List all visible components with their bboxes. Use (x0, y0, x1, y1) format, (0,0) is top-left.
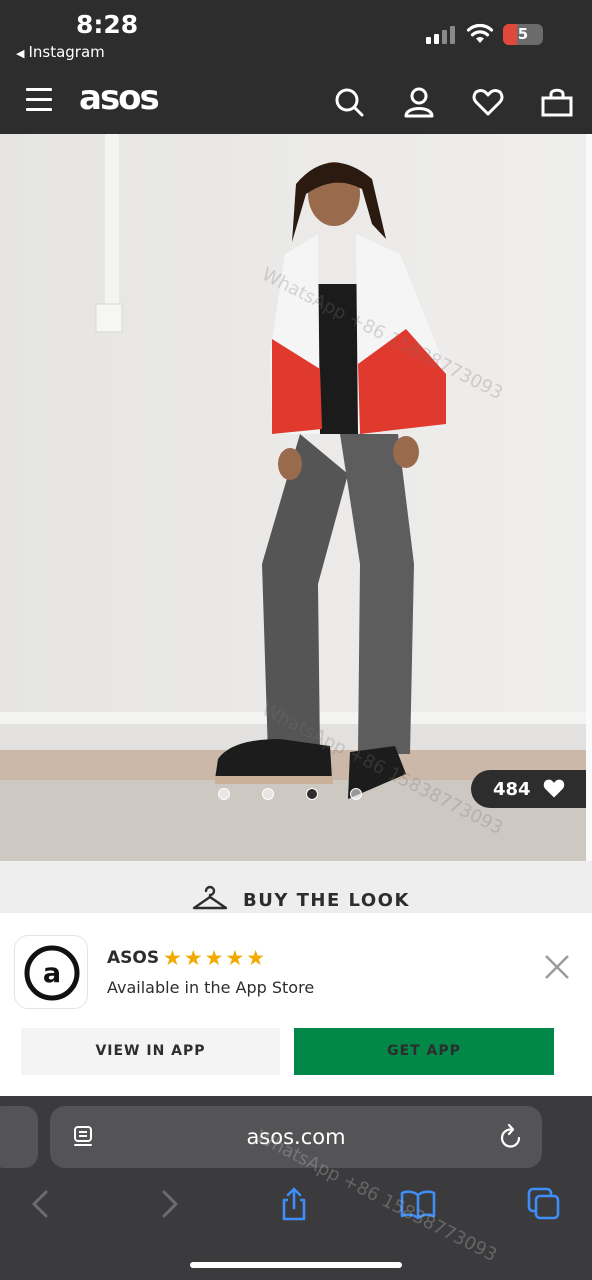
rating-stars: ★★★★★ (163, 946, 268, 970)
back-app-label: Instagram (28, 43, 105, 61)
get-app-button[interactable]: GET APP (294, 1028, 554, 1075)
battery-level: 5 (517, 25, 529, 43)
asos-a-logo-icon: a (24, 945, 80, 1001)
battery-indicator: 5 (503, 24, 543, 45)
bag-icon[interactable] (541, 86, 573, 118)
status-bar: 8:28 ◀ Instagram 5 (0, 0, 592, 70)
share-icon[interactable] (276, 1186, 312, 1222)
carousel-dot[interactable] (262, 788, 274, 800)
back-icon[interactable] (24, 1186, 60, 1222)
product-image[interactable]: WhatsApp +86 15838773093 WhatsApp +86 15… (0, 134, 586, 861)
reload-icon[interactable] (498, 1123, 524, 1151)
svg-text:a: a (43, 958, 61, 989)
asos-logo[interactable]: asos (79, 78, 160, 118)
tabs-icon[interactable] (526, 1186, 562, 1222)
address-bar[interactable]: asos.com (50, 1106, 542, 1168)
home-indicator[interactable] (190, 1262, 402, 1268)
account-icon[interactable] (403, 86, 435, 118)
carousel-dot-active[interactable] (306, 788, 318, 800)
buy-the-look-button[interactable]: BUY THE LOOK (0, 861, 592, 913)
status-time: 8:28 (76, 10, 139, 39)
browser-toolbar: asos.com WhatsApp +86 15838773093 (0, 1096, 592, 1280)
view-in-app-button[interactable]: VIEW IN APP (21, 1028, 280, 1075)
wifi-icon (466, 23, 494, 43)
model-photo (0, 134, 586, 861)
like-button[interactable]: 484 (471, 770, 586, 808)
bookmarks-icon[interactable] (400, 1186, 436, 1222)
close-icon[interactable] (541, 951, 573, 983)
app-availability: Available in the App Store (107, 978, 315, 997)
hanger-icon (192, 885, 228, 910)
like-count: 484 (493, 779, 531, 800)
buy-the-look-label: BUY THE LOOK (243, 890, 410, 911)
site-header: asos (0, 70, 592, 134)
app-store-banner: a ASOS ★★★★★ Available in the App Store … (0, 913, 592, 1096)
back-triangle-icon: ◀ (16, 47, 25, 60)
filled-heart-icon (543, 779, 565, 798)
previous-tab[interactable] (0, 1106, 38, 1168)
heart-icon[interactable] (472, 86, 504, 118)
carousel-dot[interactable] (350, 788, 362, 800)
hero-edge (586, 134, 592, 861)
back-to-app-link[interactable]: ◀ Instagram (16, 43, 105, 61)
menu-icon[interactable] (26, 88, 54, 112)
carousel-dot[interactable] (218, 788, 230, 800)
url-text: asos.com (246, 1125, 346, 1149)
app-name: ASOS (107, 948, 160, 968)
asos-app-icon[interactable]: a (14, 935, 88, 1009)
search-icon[interactable] (333, 86, 365, 118)
forward-icon[interactable] (150, 1186, 186, 1222)
cellular-signal-icon (426, 26, 458, 44)
